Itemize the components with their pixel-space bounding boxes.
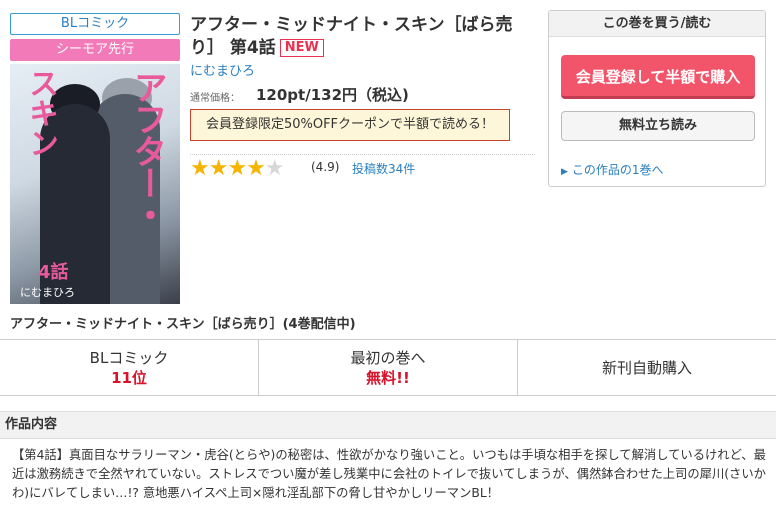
reviews-link[interactable]: 投稿数34件 — [352, 160, 415, 177]
star-icon: ★★★★ — [190, 156, 266, 181]
cover-title-a: アフター・ — [127, 70, 167, 230]
buy-box: この巻を買う/読む 会員登録して半額で購入 無料立ち読み ▶ この作品の1巻へ — [548, 10, 766, 187]
buy-box-heading: この巻を買う/読む — [549, 11, 765, 37]
auto-purchase-cell[interactable]: 新刊自動購入 — [518, 340, 776, 395]
first-volume-cell[interactable]: 最初の巻へ 無料!! — [259, 340, 518, 395]
author-link[interactable]: にむまひろ — [190, 60, 255, 79]
cover-image[interactable]: スキン アフター・ 4話 にむまひろ — [10, 64, 180, 304]
first-volume-label: この作品の1巻へ — [571, 163, 664, 177]
half-star-icon: ★ — [264, 156, 285, 181]
triangle-right-icon: ▶ — [561, 167, 568, 177]
first-volume-link[interactable]: ▶ この作品の1巻へ — [561, 161, 664, 178]
coupon-banner[interactable]: 会員登録限定50%OFFクーポンで半額で読める！ — [190, 109, 510, 141]
divider — [190, 154, 535, 155]
rating-score: (4.9) — [311, 160, 340, 174]
stats-bar: BLコミック 11位 最初の巻へ 無料!! 新刊自動購入 — [0, 339, 776, 396]
ranking-label: BLコミック — [89, 348, 169, 367]
first-volume-cell-value: 無料!! — [366, 368, 410, 387]
cover-caption: アフター・ミッドナイト・スキン［ばら売り］(4巻配信中) — [10, 317, 356, 332]
cover-author: にむまひろ — [20, 286, 75, 299]
price: 120pt/132円（税込) — [256, 86, 409, 104]
product-title: アフター・ミッドナイト・スキン［ばら売り］ 第4話 NEW — [190, 14, 535, 60]
description-heading: 作品内容 — [0, 411, 776, 439]
product-title-text: アフター・ミッドナイト・スキン［ばら売り］ 第4話 — [190, 15, 513, 58]
ranking-cell[interactable]: BLコミック 11位 — [0, 340, 259, 395]
star-rating: ★★★★★ — [190, 156, 285, 181]
ranking-value: 11位 — [111, 368, 147, 387]
early-release-badge: シーモア先行 — [10, 39, 180, 61]
auto-purchase-label: 新刊自動購入 — [601, 358, 692, 377]
price-label: 通常価格： — [190, 93, 240, 104]
cover-volume: 4話 — [38, 262, 69, 283]
new-badge: NEW — [279, 39, 324, 57]
cover-title-b: スキン — [23, 68, 58, 158]
free-preview-button[interactable]: 無料立ち読み — [561, 111, 755, 141]
genre-badge[interactable]: BLコミック — [10, 13, 180, 35]
description-text: 【第4話】真面目なサラリーマン・虎谷(とらや)の秘密は、性欲がかなり強いこと。い… — [12, 448, 766, 500]
register-purchase-button[interactable]: 会員登録して半額で購入 — [561, 55, 755, 99]
first-volume-cell-label: 最初の巻へ — [350, 348, 426, 367]
